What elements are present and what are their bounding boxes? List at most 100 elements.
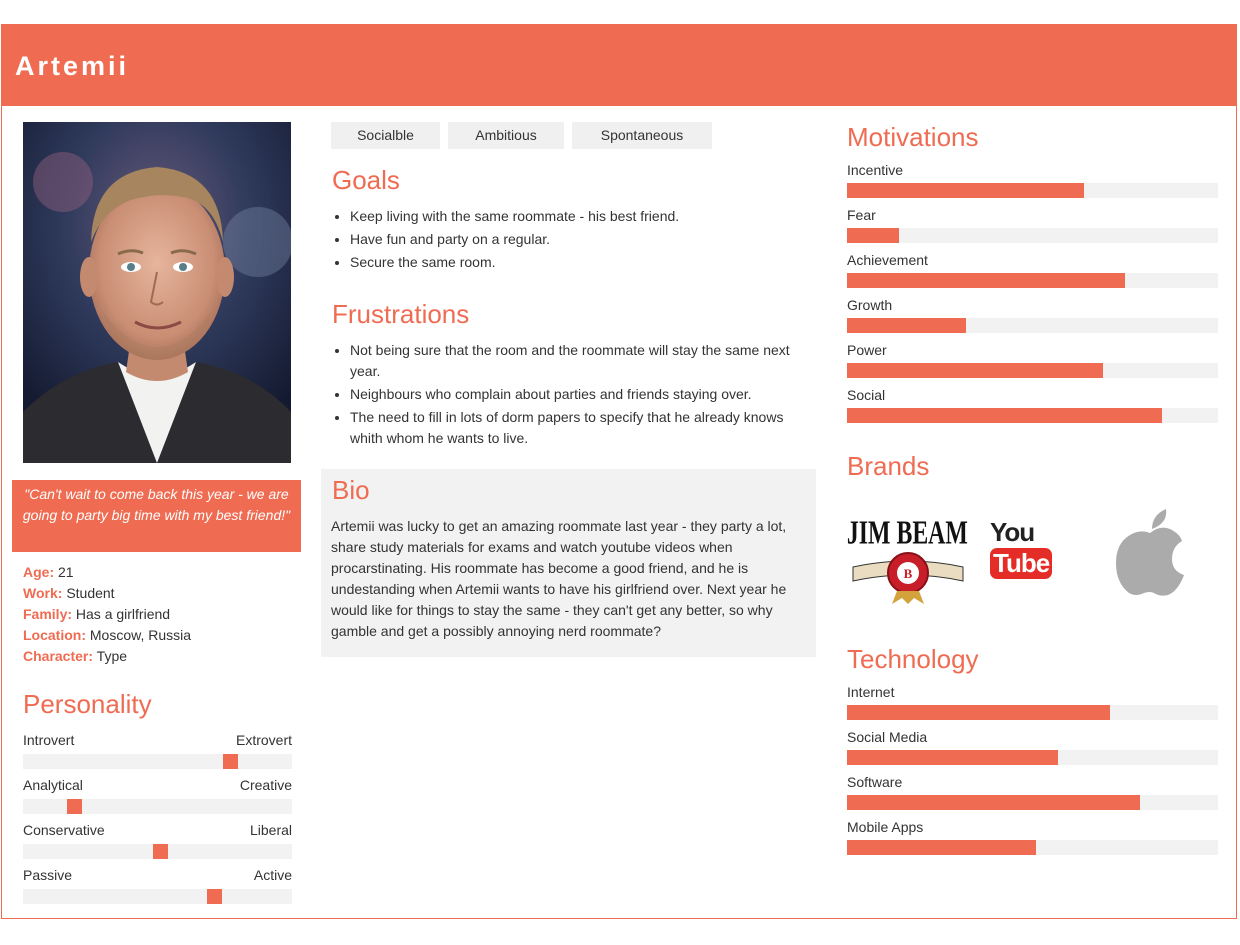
youtube-logo: YouTube — [990, 517, 1070, 579]
bar-label: Fear — [847, 207, 876, 223]
bio-title: Bio — [332, 475, 370, 505]
bar-fill — [847, 318, 966, 333]
persona-photo — [23, 122, 291, 463]
list-item: The need to fill in lots of dorm papers … — [350, 407, 820, 449]
portrait-illustration — [23, 122, 291, 463]
motivation-incentive: Incentive — [847, 162, 1218, 198]
scale-right-label: Extrovert — [235, 732, 292, 748]
fact-age: Age: 21 — [23, 564, 74, 580]
bar-track — [847, 408, 1218, 423]
motivation-power: Power — [847, 342, 1218, 378]
persona-card: Artemii "Can't wait to come back this ye… — [1, 24, 1237, 919]
bar-fill — [847, 795, 1141, 810]
frustrations-title: Frustrations — [332, 299, 470, 329]
scale-analytical-creative: Analytical Creative — [23, 777, 292, 814]
bar-label: Social — [847, 387, 886, 403]
motivation-fear: Fear — [847, 207, 1218, 243]
technology-title: Technology — [847, 644, 979, 674]
bar-label: Achievement — [847, 252, 928, 268]
bar-track — [847, 795, 1218, 810]
technology-social-media: Social Media — [847, 729, 1218, 765]
scale-introvert-extrovert: Introvert Extrovert — [23, 732, 292, 769]
bar-track — [847, 363, 1218, 378]
tag-sociable: Socialble — [331, 122, 440, 149]
bar-track — [847, 318, 1218, 333]
goals-title: Goals — [332, 165, 400, 195]
frustrations-list: Not being sure that the room and the roo… — [332, 340, 820, 451]
motivation-achievement: Achievement — [847, 252, 1218, 288]
motivation-social: Social — [847, 387, 1218, 423]
bar-track — [847, 228, 1218, 243]
scale-right-label: Creative — [239, 777, 292, 793]
bar-fill — [847, 840, 1037, 855]
bar-fill — [847, 750, 1059, 765]
fact-family: Family: Has a girlfriend — [23, 606, 171, 622]
fact-work: Work: Student — [23, 585, 115, 601]
motivations-title: Motivations — [847, 122, 979, 152]
scale-track — [23, 754, 292, 769]
bar-fill — [847, 228, 899, 243]
technology-internet: Internet — [847, 684, 1218, 720]
bar-fill — [847, 363, 1103, 378]
persona-facts: Age: 21 Work: Student Family: Has a girl… — [23, 562, 191, 667]
personality-title: Personality — [23, 689, 152, 719]
apple-icon — [1116, 509, 1184, 596]
scale-marker — [153, 844, 169, 859]
scale-track — [23, 799, 292, 814]
list-item: Not being sure that the room and the roo… — [350, 340, 820, 382]
bar-label: Social Media — [847, 729, 928, 745]
youtube-tube-text: Tube — [990, 548, 1053, 579]
scale-passive-active: Passive Active — [23, 867, 292, 904]
motivation-growth: Growth — [847, 297, 1218, 333]
brands-title: Brands — [847, 451, 930, 481]
scale-marker — [223, 754, 239, 769]
apple-logo-icon — [1114, 507, 1186, 597]
list-item: Keep living with the same roommate - his… — [350, 206, 820, 227]
list-item: Have fun and party on a regular. — [350, 229, 820, 250]
bio-text: Artemii was lucky to get an amazing room… — [331, 518, 787, 639]
fact-location: Location: Moscow, Russia — [23, 627, 192, 643]
scale-marker — [67, 799, 83, 814]
jim-beam-logo-graphic: JIM BEAM B — [847, 515, 968, 604]
bar-track — [847, 750, 1218, 765]
bio-box: Bio Artemii was lucky to get an amazing … — [321, 469, 816, 657]
tag-ambitious: Ambitious — [448, 122, 564, 149]
bar-track — [847, 183, 1218, 198]
bar-track — [847, 840, 1218, 855]
scale-track — [23, 844, 292, 859]
bar-fill — [847, 408, 1163, 423]
youtube-you-text: You — [990, 517, 1035, 547]
technology-software: Software — [847, 774, 1218, 810]
goals-list: Keep living with the same roommate - his… — [332, 206, 820, 275]
scale-track — [23, 889, 292, 904]
bar-label: Software — [847, 774, 903, 790]
scale-conservative-liberal: Conservative Liberal — [23, 822, 292, 859]
bar-fill — [847, 273, 1126, 288]
svg-text:B: B — [904, 566, 913, 581]
persona-quote: "Can't wait to come back this year - we … — [12, 480, 301, 552]
scale-left-label: Introvert — [23, 732, 75, 748]
tag-spontaneous: Spontaneous — [572, 122, 712, 149]
header-bar: Artemii — [2, 25, 1236, 106]
bar-fill — [847, 183, 1085, 198]
list-item: Neighbours who complain about parties an… — [350, 384, 820, 405]
bar-label: Incentive — [847, 162, 904, 178]
bar-label: Internet — [847, 684, 895, 700]
scale-left-label: Conservative — [23, 822, 105, 838]
bar-fill — [847, 705, 1111, 720]
scale-marker — [206, 889, 222, 904]
technology-mobile-apps: Mobile Apps — [847, 819, 1218, 855]
scale-right-label: Active — [253, 867, 292, 883]
list-item: Secure the same room. — [350, 252, 820, 273]
bar-track — [847, 273, 1218, 288]
scale-left-label: Analytical — [23, 777, 83, 793]
fact-character: Character: Type — [23, 648, 128, 664]
jim-beam-wordmark: JIM BEAM — [847, 515, 968, 552]
jim-beam-logo: JIM BEAM B — [847, 505, 969, 605]
bar-track — [847, 705, 1218, 720]
persona-name: Artemii — [15, 51, 130, 81]
bar-label: Power — [847, 342, 887, 358]
bar-label: Mobile Apps — [847, 819, 924, 835]
scale-right-label: Liberal — [249, 822, 292, 838]
scale-left-label: Passive — [23, 867, 73, 883]
